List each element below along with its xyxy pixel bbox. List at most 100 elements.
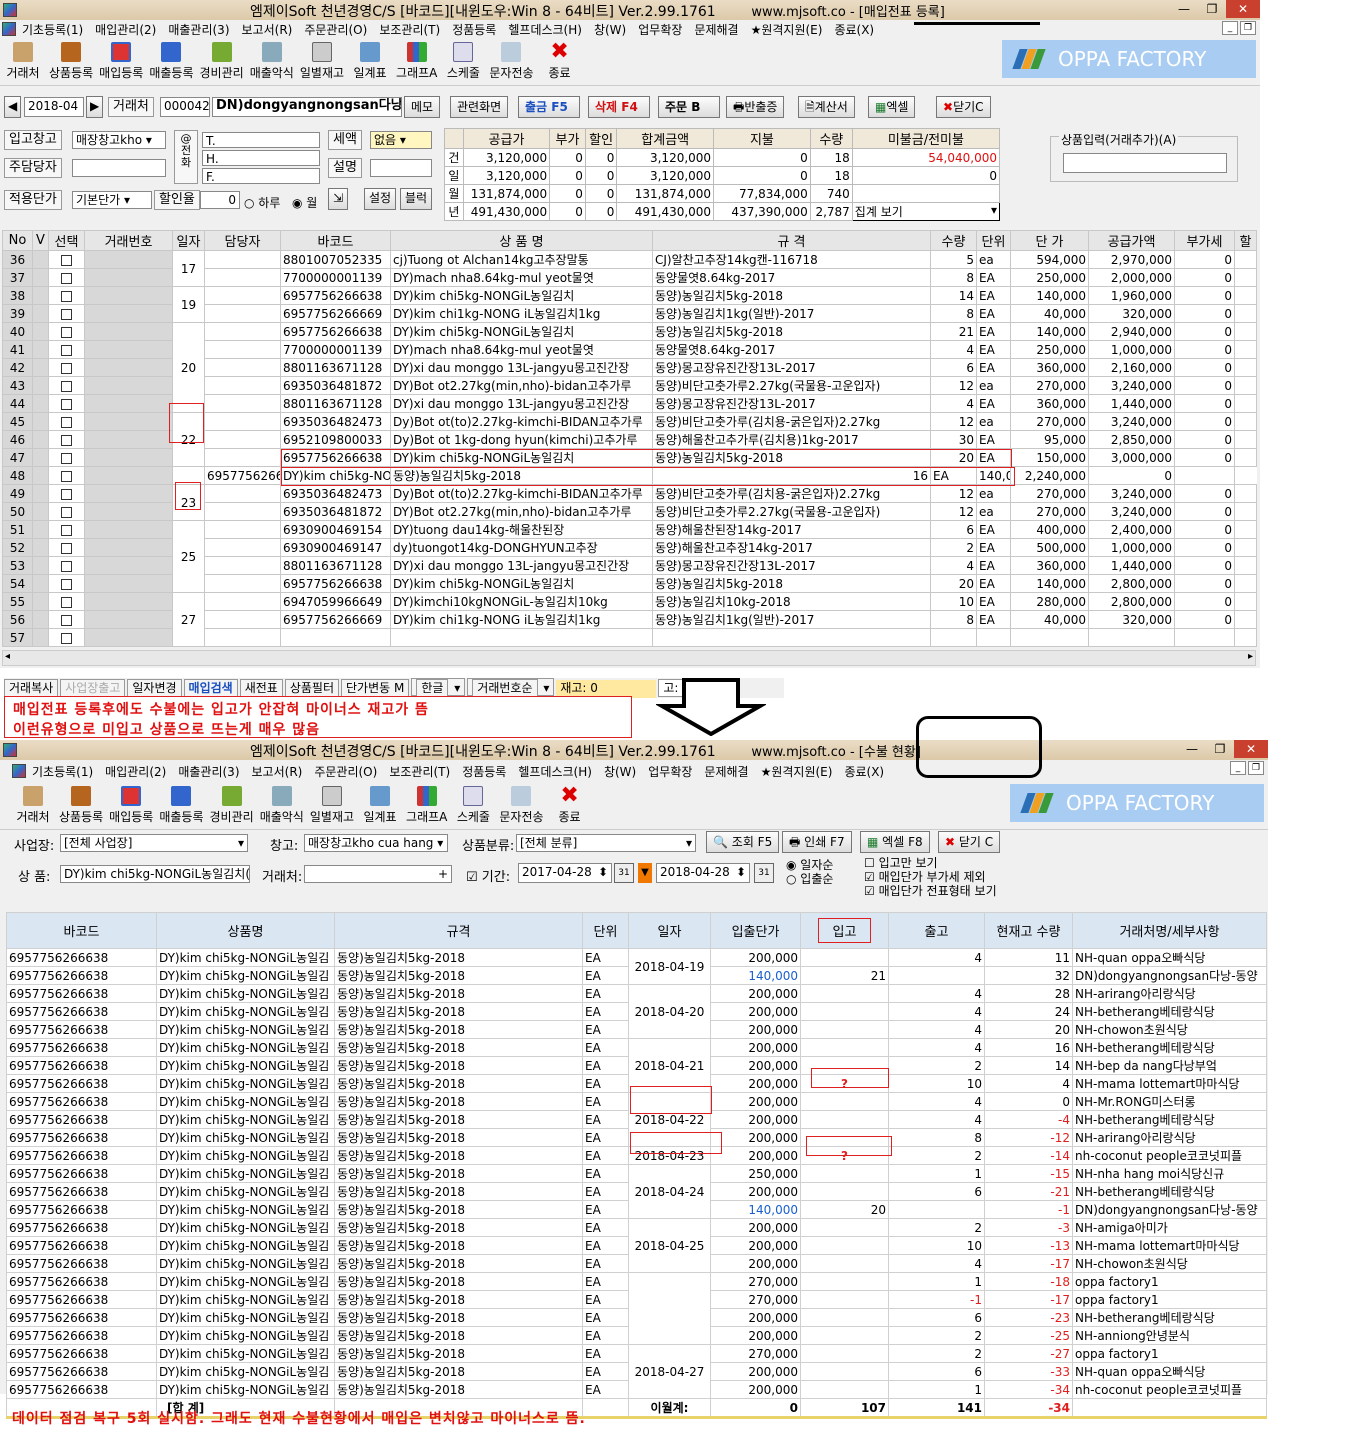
unit-price-cell[interactable]: 360,000 xyxy=(1010,358,1089,377)
barcode-cell[interactable]: 6930900469154 xyxy=(280,520,391,539)
minimize-button[interactable]: — xyxy=(1170,0,1198,18)
select-cell[interactable] xyxy=(48,394,85,413)
qty-cell[interactable]: 30 xyxy=(930,430,977,449)
row-checkbox[interactable] xyxy=(61,452,72,464)
barcode-cell[interactable]: 7700000001139 xyxy=(280,340,391,359)
unit-price-cell[interactable]: 270,000 xyxy=(1010,412,1089,431)
mdi-minimize-button[interactable]: _ xyxy=(1222,21,1238,35)
inventory-row[interactable]: 6957756266638 DY)kim chi5kg-NONGiL농일김 동양)농… xyxy=(6,1038,1267,1093)
toolbar-daily-stock-button[interactable]: 일별재고 xyxy=(310,786,354,825)
product-name-cell[interactable]: DY)mach nha8.64kg-mul yeot물엿 xyxy=(390,340,653,359)
row-checkbox[interactable] xyxy=(61,524,72,536)
close-button[interactable]: ✕ xyxy=(1226,0,1260,18)
warehouse-select[interactable]: 매장창고kho ▾ xyxy=(72,131,166,149)
app-menu-icon[interactable] xyxy=(2,22,16,36)
menu-item[interactable]: 보고서(R) xyxy=(252,763,303,780)
menu-item[interactable]: 매출관리(3) xyxy=(178,763,239,780)
select-cell[interactable] xyxy=(48,466,85,485)
product-name-cell[interactable]: DY)kim chi1kg-NONG iL농일김치1kg xyxy=(390,304,653,323)
excel-button[interactable]: ▦엑셀 xyxy=(868,96,916,118)
phone-f-field[interactable]: F. xyxy=(202,168,320,184)
scroll-right-icon[interactable]: ▸ xyxy=(1248,651,1253,662)
qty-cell[interactable]: 8 xyxy=(930,610,977,629)
barcode-cell[interactable]: 6957756266638 xyxy=(280,286,391,305)
toolbar-sms-button[interactable]: 문자전송 xyxy=(499,786,544,825)
col-trade-no[interactable]: 거래번호 xyxy=(84,230,173,251)
row-checkbox[interactable] xyxy=(61,290,72,302)
phone-t-field[interactable]: T. xyxy=(202,132,320,148)
menu-item[interactable]: 문제해결 xyxy=(704,763,748,780)
close-button-2[interactable]: ✕ xyxy=(1234,740,1268,758)
unit-price-cell[interactable]: 250,000 xyxy=(1010,340,1089,359)
site-select[interactable]: [전체 사업장] ▾ xyxy=(60,834,248,852)
row-checkbox[interactable] xyxy=(61,560,72,572)
select-cell[interactable] xyxy=(48,538,85,557)
barcode-cell[interactable] xyxy=(280,628,391,647)
period-arrow-icon[interactable]: ▼ xyxy=(638,863,652,883)
day-radio[interactable]: ○ 하루 xyxy=(244,194,280,211)
qty-cell[interactable]: 12 xyxy=(930,412,977,431)
menu-item[interactable]: 매입관리(2) xyxy=(95,21,156,38)
col-barcode[interactable]: 바코드 xyxy=(6,912,157,949)
related-screen-button[interactable]: 관련화면 xyxy=(450,96,509,118)
delete-button[interactable]: 삭제 F4 xyxy=(588,96,650,118)
order-button[interactable]: 주문 B xyxy=(658,96,720,118)
prev-month-button[interactable]: ◀ xyxy=(4,96,22,118)
toolbar-product-button[interactable]: 상품등록 xyxy=(59,786,103,825)
period-field[interactable]: 2018-04 xyxy=(24,97,84,117)
language-select[interactable]: 한글 ▾ xyxy=(411,678,466,697)
product-name-cell[interactable]: DY)kim chi5kg-NONGiL농일김치 xyxy=(390,286,653,305)
grid-row[interactable]: 36 17 8801007052335 cj)Tuong ot Alchan14kg고… xyxy=(2,250,1257,287)
toolbar-exit-button[interactable]: ✖ 종료 xyxy=(540,41,580,81)
select-cell[interactable] xyxy=(48,268,85,287)
menu-item[interactable]: 업무확장 xyxy=(648,763,692,780)
col-barcode[interactable]: 바코드 xyxy=(280,230,391,251)
qty-cell[interactable]: 12 xyxy=(930,502,977,521)
row-checkbox[interactable] xyxy=(61,488,72,500)
row-checkbox[interactable] xyxy=(61,434,72,446)
product-input-field[interactable] xyxy=(1063,153,1227,173)
barcode-cell[interactable]: 6957756266638 xyxy=(280,574,391,593)
toolbar-schedule-button[interactable]: 스케줄 xyxy=(453,786,493,825)
date-from-field[interactable]: 2017-04-28 ⬍ xyxy=(518,863,612,883)
inventory-row[interactable]: 6957756266638 DY)kim chi5kg-NONGiL농일김 동양)농… xyxy=(6,948,1267,985)
barcode-cell[interactable]: 8801163671128 xyxy=(280,394,391,413)
menu-item[interactable]: 종료(X) xyxy=(844,763,884,780)
toolbar-sms-button[interactable]: 문자전송 xyxy=(489,42,534,81)
barcode-cell[interactable]: 6935036482473 xyxy=(280,412,391,431)
barcode-cell[interactable]: 6930900469147 xyxy=(280,538,391,557)
barcode-cell[interactable]: 6935036481872 xyxy=(280,376,391,395)
select-cell[interactable] xyxy=(48,628,85,647)
product-name-cell[interactable]: DY)kim chi1kg-NONG iL농일김치1kg xyxy=(390,610,653,629)
unit-price-cell[interactable]: 40,000 xyxy=(1010,304,1089,323)
tab-purchase-search[interactable]: 매입검색 xyxy=(183,679,238,697)
select-cell[interactable] xyxy=(48,412,85,431)
tab-copy-trade[interactable]: 거래복사 xyxy=(4,679,59,697)
qty-cell[interactable]: 8 xyxy=(930,268,977,287)
qty-cell[interactable]: 6 xyxy=(930,520,977,539)
menu-item[interactable]: 창(W) xyxy=(594,21,626,38)
barcode-cell[interactable]: 6947059966649 xyxy=(280,592,391,611)
col-in[interactable]: 입고 xyxy=(800,912,889,949)
price-type-select[interactable]: 기본단가 ▾ xyxy=(72,191,152,209)
grid-row[interactable]: 51 25 6930900469154 DY)tuong dau14kg-해울찬된장 동… xyxy=(2,520,1257,593)
menu-item[interactable]: 헬프데스크(H) xyxy=(508,21,582,38)
vendor-code-field[interactable]: 000042 xyxy=(160,97,210,117)
restore-button-2[interactable]: ❐ xyxy=(1206,740,1234,758)
unit-price-cell[interactable]: 40,000 xyxy=(1010,610,1089,629)
period-checkbox[interactable]: ☑ 기간: xyxy=(466,866,510,885)
close-c-button-2[interactable]: ✖ 닫기 C xyxy=(938,831,1001,853)
staff-field[interactable] xyxy=(72,159,166,177)
unit-price-cell[interactable]: 500,000 xyxy=(1010,538,1089,557)
select-cell[interactable] xyxy=(48,286,85,305)
menu-item[interactable]: 주문관리(O) xyxy=(314,763,377,780)
scroll-left-icon[interactable]: ◂ xyxy=(5,651,10,662)
return-slip-button[interactable]: 🖶반출증 xyxy=(726,96,785,118)
search-f5-button[interactable]: 🔍 조회 F5 xyxy=(706,831,780,853)
setting-button[interactable]: 설정 xyxy=(364,188,397,210)
toolbar-daily-stock-button[interactable]: 일별재고 xyxy=(300,42,344,81)
print-f7-button[interactable]: 🖶 인쇄 F7 xyxy=(782,831,852,853)
select-cell[interactable] xyxy=(48,502,85,521)
product-name-cell[interactable]: Dy)Bot ot(to)2.27kg-kimchi-BIDAN고추가루 xyxy=(390,412,653,431)
unit-price-cell[interactable]: 400,000 xyxy=(1010,520,1089,539)
